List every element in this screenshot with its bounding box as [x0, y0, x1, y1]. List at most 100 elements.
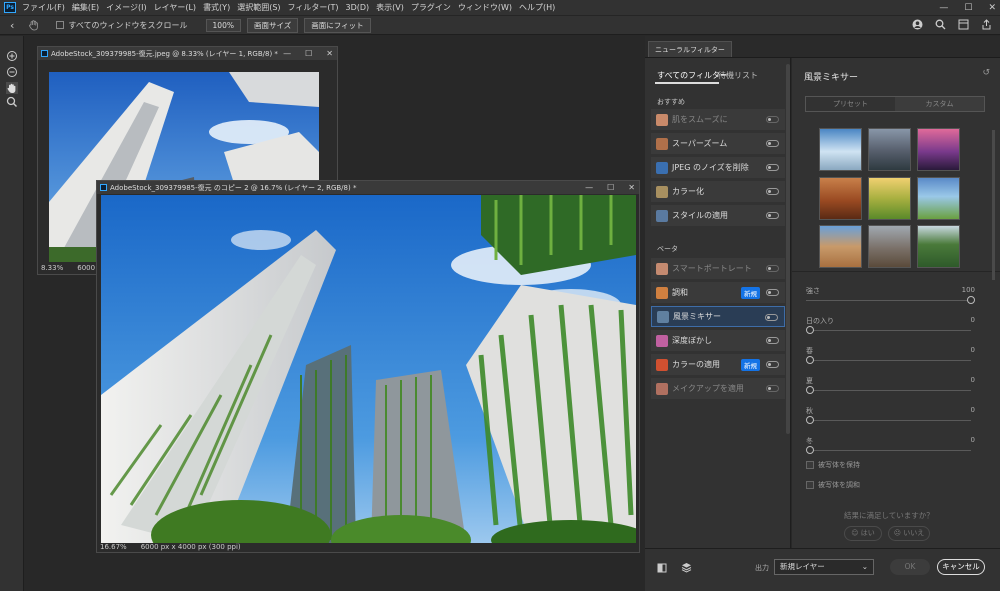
filter-row[interactable]: 深度ぼかし [651, 330, 785, 351]
menu-image[interactable]: イメージ(I) [106, 2, 146, 13]
thumb-river-valley[interactable] [917, 225, 960, 268]
filter-toggle[interactable] [766, 361, 779, 368]
maximize-icon[interactable]: ☐ [964, 3, 972, 13]
menu-edit[interactable]: 編集(E) [72, 2, 99, 13]
thumb-snow-mountain[interactable] [819, 128, 862, 171]
fit-screen-button[interactable]: 画面サイズ [246, 17, 299, 33]
filter-toggle[interactable] [766, 140, 779, 147]
close-icon[interactable]: ✕ [988, 3, 996, 13]
chevron-left-icon[interactable]: ‹ [10, 19, 14, 32]
harmonize-subject-checkbox[interactable]: 被写体を調和 [806, 480, 860, 490]
feedback-no-button[interactable]: ☹ いいえ [888, 526, 930, 541]
filter-toggle[interactable] [766, 265, 779, 272]
filter-row[interactable]: 調和 新規 [651, 282, 785, 303]
menu-type[interactable]: 書式(Y) [203, 2, 230, 13]
slider-knob[interactable] [806, 416, 814, 424]
checkbox-box[interactable] [56, 21, 65, 29]
reset-icon[interactable]: ↺ [982, 68, 990, 78]
filter-row[interactable]: カラー化 [651, 181, 785, 202]
segment-custom[interactable]: カスタム [895, 97, 984, 111]
slider-track[interactable] [806, 450, 971, 451]
close-icon[interactable]: ✕ [326, 47, 333, 60]
menu-view[interactable]: 表示(V) [376, 2, 404, 13]
filter-toggle[interactable] [766, 164, 779, 171]
thumb-desert-rock[interactable] [819, 225, 862, 268]
slider-knob[interactable] [806, 356, 814, 364]
slider-track[interactable] [806, 420, 971, 421]
document-title-bar[interactable]: AdobeStock_309379985-復元 のコピー 2 @ 16.7% (… [97, 181, 639, 194]
thumb-green-field[interactable] [917, 177, 960, 220]
filter-toggle[interactable] [766, 385, 779, 392]
slider-knob[interactable] [967, 296, 975, 304]
filter-row[interactable]: スマートポートレート [651, 258, 785, 279]
filter-row[interactable]: メイクアップを適用 [651, 378, 785, 399]
filter-toggle[interactable] [766, 116, 779, 123]
menu-file[interactable]: ファイル(F) [22, 2, 65, 13]
slider-track[interactable] [806, 360, 971, 361]
tab-waitlist[interactable]: 待機リスト [718, 70, 758, 81]
menu-plugins[interactable]: プラグイン [411, 2, 451, 13]
scrollbar[interactable] [992, 130, 995, 280]
zoom-level[interactable]: 8.33% [41, 264, 63, 272]
magnifier-tool-icon[interactable] [6, 96, 18, 108]
close-icon[interactable]: ✕ [628, 181, 635, 194]
preview-toggle-icon[interactable] [657, 563, 667, 576]
minimize-icon[interactable]: — [939, 3, 948, 13]
canvas-image[interactable] [101, 195, 651, 570]
filter-toggle[interactable] [766, 188, 779, 195]
account-icon[interactable] [912, 19, 923, 32]
checkbox-box[interactable] [806, 461, 814, 469]
output-select[interactable]: 新規レイヤー ⌄ [774, 559, 874, 575]
zoom-100-button[interactable]: 100% [205, 18, 241, 32]
maximize-icon[interactable]: ☐ [607, 181, 614, 194]
filter-toggle[interactable] [766, 289, 779, 296]
filter-toggle[interactable] [766, 337, 779, 344]
checkbox-box[interactable] [806, 481, 814, 489]
scroll-all-windows-checkbox[interactable]: すべてのウィンドウをスクロール [56, 20, 188, 31]
filter-row[interactable]: スーパーズーム [651, 133, 785, 154]
thumb-purple-sunset[interactable] [917, 128, 960, 171]
zoom-in-tool-icon[interactable] [6, 50, 18, 62]
maximize-icon[interactable]: ☐ [305, 47, 312, 60]
segment-preset[interactable]: プリセット [806, 97, 895, 111]
slider-track[interactable] [806, 300, 971, 301]
filter-row[interactable]: 肌をスムーズに [651, 109, 785, 130]
ok-button[interactable]: OK [890, 559, 930, 575]
slider-knob[interactable] [806, 446, 814, 454]
search-icon[interactable] [935, 19, 946, 32]
menu-select[interactable]: 選択範囲(S) [237, 2, 280, 13]
hand-tool-icon[interactable] [28, 19, 40, 31]
zoom-out-tool-icon[interactable] [6, 66, 18, 78]
document-window-2[interactable]: AdobeStock_309379985-復元 のコピー 2 @ 16.7% (… [96, 180, 651, 570]
cancel-button[interactable]: キャンセル [937, 559, 985, 575]
layers-icon[interactable] [681, 562, 692, 576]
hand-tool-icon[interactable] [6, 82, 18, 94]
minimize-icon[interactable]: — [585, 181, 593, 194]
feedback-yes-button[interactable]: ☺ はい [844, 526, 882, 541]
preserve-subject-checkbox[interactable]: 被写体を保持 [806, 460, 860, 470]
thumb-foggy-valley[interactable] [868, 225, 911, 268]
filter-toggle[interactable] [766, 212, 779, 219]
menu-layer[interactable]: レイヤー(L) [154, 2, 196, 13]
menu-3d[interactable]: 3D(D) [346, 3, 370, 12]
filter-row[interactable]: カラーの適用 新規 [651, 354, 785, 375]
zoom-level[interactable]: 16.67% [100, 543, 127, 551]
slider-track[interactable] [806, 390, 971, 391]
document-title-bar[interactable]: AdobeStock_309379985-復元.jpeg @ 8.33% (レイ… [38, 47, 337, 60]
scrollbar[interactable] [786, 64, 790, 434]
filter-row[interactable]: JPEG のノイズを削除 [651, 157, 785, 178]
minimize-icon[interactable]: — [283, 47, 291, 60]
thumb-sunrise-hills[interactable] [868, 177, 911, 220]
menu-filter[interactable]: フィルター(T) [288, 2, 339, 13]
workspace-icon[interactable] [958, 19, 969, 32]
menu-help[interactable]: ヘルプ(H) [519, 2, 555, 13]
fill-screen-button[interactable]: 画面にフィット [304, 17, 371, 33]
filter-row[interactable]: スタイルの適用 [651, 205, 785, 226]
thumb-canyon[interactable] [819, 177, 862, 220]
tab-neural-filters[interactable]: ニューラルフィルター [648, 41, 732, 57]
filter-toggle[interactable] [765, 314, 778, 321]
slider-knob[interactable] [806, 386, 814, 394]
share-icon[interactable] [981, 19, 992, 32]
filter-row[interactable]: 風景ミキサー [651, 306, 785, 327]
menu-window[interactable]: ウィンドウ(W) [458, 2, 512, 13]
